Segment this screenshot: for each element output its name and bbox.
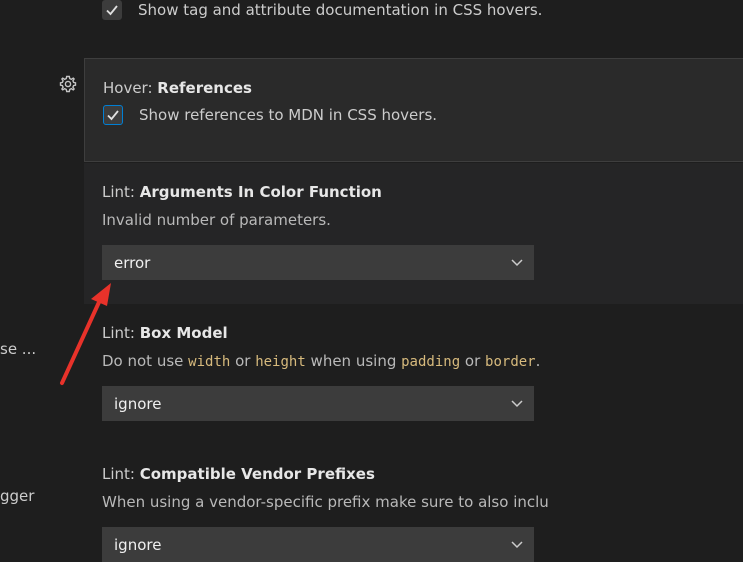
setting-name: Compatible Vendor Prefixes (139, 465, 375, 483)
hover-references-checkbox[interactable] (103, 105, 123, 125)
desc-code-width: width (188, 354, 231, 370)
desc-text: or (460, 352, 486, 370)
chevron-down-icon (511, 541, 523, 549)
lint-color-function-title: Lint: Arguments In Color Function (102, 183, 382, 201)
check-icon (106, 5, 118, 16)
setting-category: Lint: (102, 324, 140, 342)
check-icon (107, 110, 119, 121)
setting-tag-documentation: Show tag and attribute documentation in … (84, 0, 743, 58)
setting-category: Lint: (102, 183, 140, 201)
left-label-2[interactable]: gger (0, 487, 34, 505)
setting-name: Arguments In Color Function (139, 183, 382, 201)
lint-color-function-select[interactable]: error (102, 245, 534, 280)
desc-text: or (230, 352, 256, 370)
gear-icon[interactable] (58, 74, 78, 94)
select-value: ignore (114, 394, 162, 413)
select-value: ignore (114, 535, 162, 554)
hover-references-title: Hover: References (103, 79, 252, 97)
desc-text: . (535, 352, 541, 370)
setting-lint-box-model[interactable]: Lint: Box Model Do not use width or heig… (84, 304, 743, 445)
left-label-1[interactable]: se ... (0, 340, 36, 358)
setting-name: Box Model (139, 324, 228, 342)
setting-name: References (157, 79, 252, 97)
hover-references-label: Show references to MDN in CSS hovers. (139, 106, 438, 124)
setting-category: Lint: (102, 465, 140, 483)
desc-code-border: border (485, 354, 536, 370)
setting-lint-color-function[interactable]: Lint: Arguments In Color Function Invali… (84, 163, 743, 304)
tag-docs-row: Show tag and attribute documentation in … (102, 0, 542, 20)
desc-code-height: height (255, 354, 306, 370)
lint-vendor-prefixes-description: When using a vendor-specific prefix make… (102, 493, 549, 511)
setting-lint-vendor-prefixes[interactable]: Lint: Compatible Vendor Prefixes When us… (84, 445, 743, 562)
tag-docs-checkbox[interactable] (102, 0, 122, 20)
select-value: error (114, 253, 151, 272)
setting-category: Hover: (103, 79, 158, 97)
setting-hover-references[interactable]: Hover: References Show references to MDN… (84, 58, 743, 162)
chevron-down-icon (511, 400, 523, 408)
tag-docs-label: Show tag and attribute documentation in … (138, 1, 543, 19)
desc-code-padding: padding (401, 354, 461, 370)
hover-references-row: Show references to MDN in CSS hovers. (103, 105, 437, 125)
lint-vendor-prefixes-title: Lint: Compatible Vendor Prefixes (102, 465, 375, 483)
desc-text: when using (305, 352, 402, 370)
desc-text: Do not use (102, 352, 189, 370)
lint-color-function-description: Invalid number of parameters. (102, 211, 331, 229)
lint-box-model-title: Lint: Box Model (102, 324, 228, 342)
lint-box-model-select[interactable]: ignore (102, 386, 534, 421)
lint-vendor-prefixes-select[interactable]: ignore (102, 527, 534, 562)
lint-box-model-description: Do not use width or height when using pa… (102, 352, 540, 370)
chevron-down-icon (511, 259, 523, 267)
